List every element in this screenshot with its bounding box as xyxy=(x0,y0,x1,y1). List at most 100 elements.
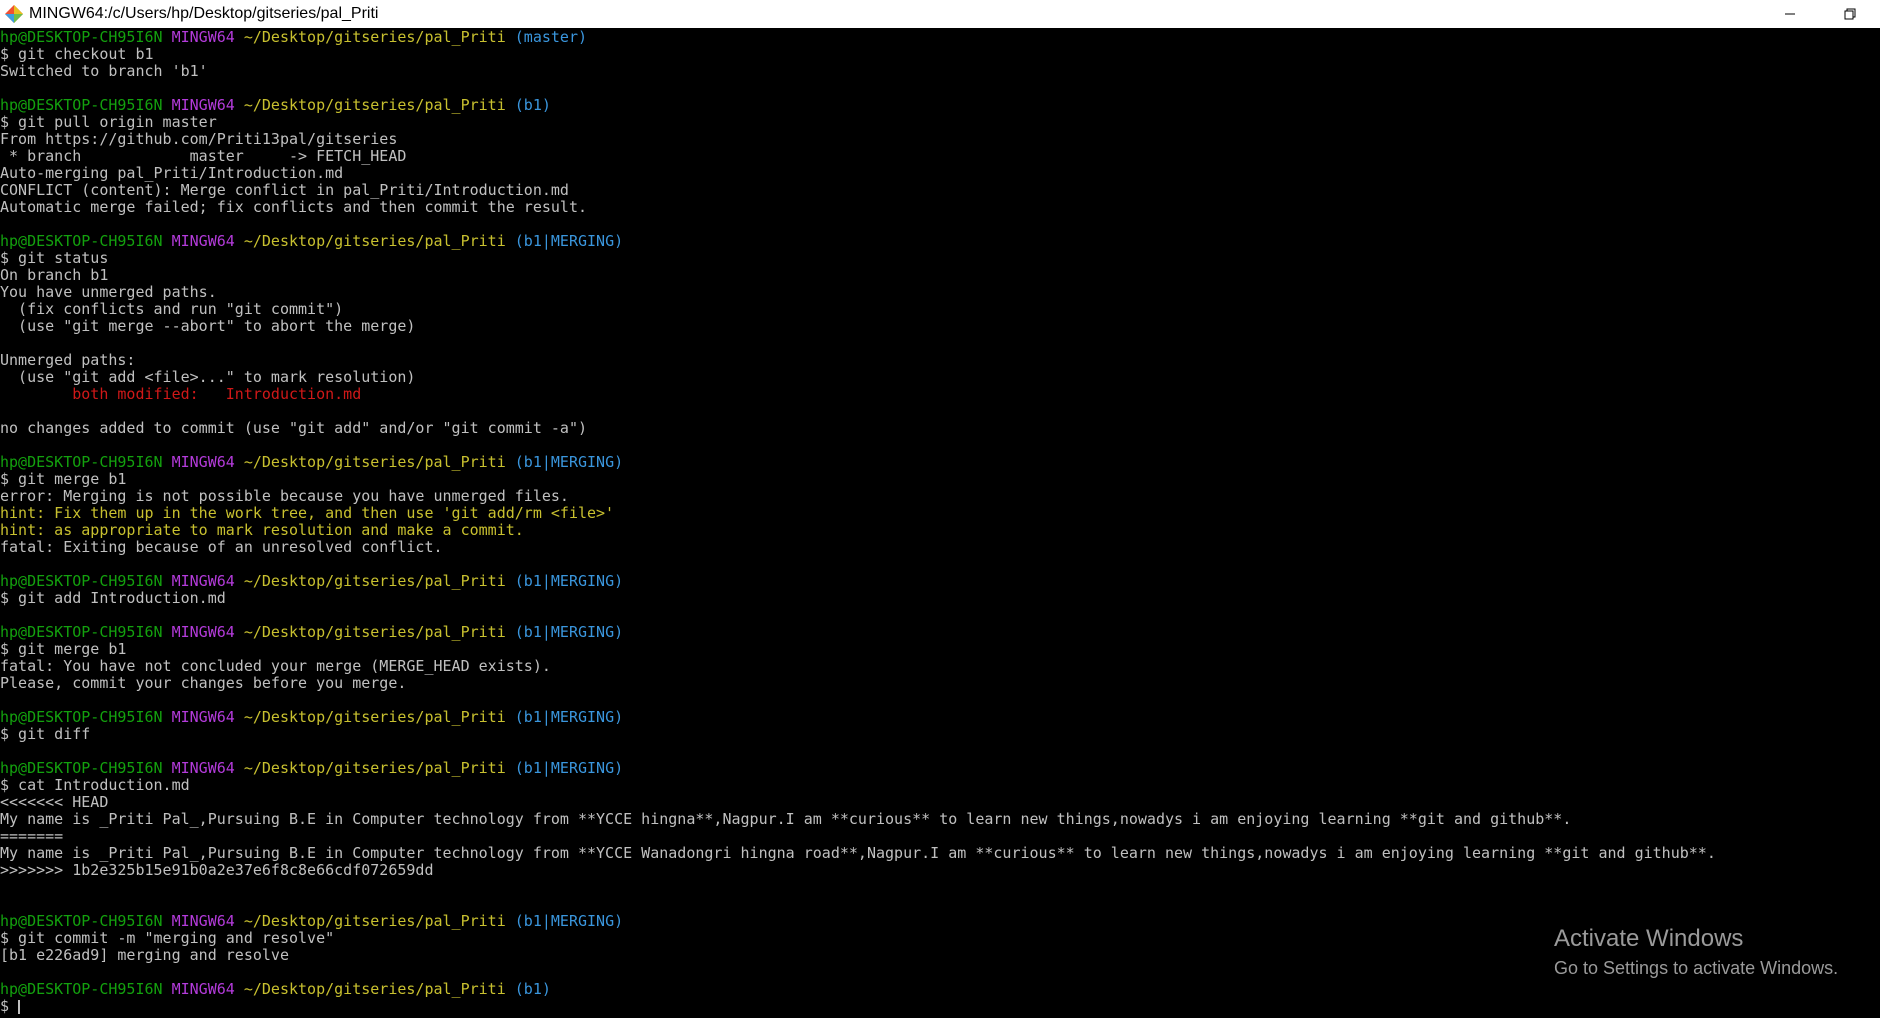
prompt-user: hp@DESKTOP-CH95I6N xyxy=(0,623,163,641)
prompt-env: MINGW64 xyxy=(171,453,235,471)
prompt-user: hp@DESKTOP-CH95I6N xyxy=(0,232,163,250)
output-line: >>>>>>> 1b2e325b15e91b0a2e37e6f8c8e66cdf… xyxy=(0,861,434,879)
title-bar: MINGW64:/c/Users/hp/Desktop/gitseries/pa… xyxy=(0,0,1880,28)
restore-button[interactable] xyxy=(1820,0,1880,28)
prompt-branch: (b1|MERGING) xyxy=(514,912,624,930)
prompt-env: MINGW64 xyxy=(171,572,235,590)
prompt-line: hp@DESKTOP-CH95I6N MINGW64 ~/Desktop/git… xyxy=(0,97,1880,114)
input-line: $ xyxy=(0,998,1880,1015)
prompt-branch: (b1) xyxy=(514,96,551,114)
output-line: My name is _Priti Pal_,Pursuing B.E in C… xyxy=(0,844,1716,862)
terminal-output[interactable]: hp@DESKTOP-CH95I6N MINGW64 ~/Desktop/git… xyxy=(0,29,1880,1018)
git-bash-icon xyxy=(5,5,23,23)
output-line: Unmerged paths: xyxy=(0,351,136,369)
prompt-env: MINGW64 xyxy=(171,232,235,250)
activate-windows-watermark: Activate Windows Go to Settings to activ… xyxy=(1554,924,1838,980)
output-line: ======= xyxy=(0,827,64,845)
prompt-line: hp@DESKTOP-CH95I6N MINGW64 ~/Desktop/git… xyxy=(0,624,1880,641)
command-line: $ git checkout b1 xyxy=(0,45,154,63)
conflict-file-line: both modified: Introduction.md xyxy=(0,385,362,403)
prompt-branch: (b1|MERGING) xyxy=(514,572,624,590)
prompt-path: ~/Desktop/gitseries/pal_Priti xyxy=(243,980,506,998)
minimize-icon xyxy=(1785,13,1795,15)
prompt-line: hp@DESKTOP-CH95I6N MINGW64 ~/Desktop/git… xyxy=(0,981,1880,998)
minimize-button[interactable] xyxy=(1760,0,1820,28)
prompt-user: hp@DESKTOP-CH95I6N xyxy=(0,708,163,726)
prompt-line: hp@DESKTOP-CH95I6N MINGW64 ~/Desktop/git… xyxy=(0,29,1880,46)
prompt-branch: (b1|MERGING) xyxy=(514,708,624,726)
prompt-path: ~/Desktop/gitseries/pal_Priti xyxy=(243,572,506,590)
prompt-user: hp@DESKTOP-CH95I6N xyxy=(0,980,163,998)
output-line: My name is _Priti Pal_,Pursuing B.E in C… xyxy=(0,810,1572,828)
prompt-line: hp@DESKTOP-CH95I6N MINGW64 ~/Desktop/git… xyxy=(0,709,1880,726)
output-line: Auto-merging pal_Priti/Introduction.md xyxy=(0,164,344,182)
hint-line: hint: as appropriate to mark resolution … xyxy=(0,521,524,539)
prompt-user: hp@DESKTOP-CH95I6N xyxy=(0,572,163,590)
restore-icon xyxy=(1844,8,1856,20)
output-line: CONFLICT (content): Merge conflict in pa… xyxy=(0,181,569,199)
output-line: On branch b1 xyxy=(0,266,109,284)
prompt-line: hp@DESKTOP-CH95I6N MINGW64 ~/Desktop/git… xyxy=(0,760,1880,777)
prompt-path: ~/Desktop/gitseries/pal_Priti xyxy=(243,912,506,930)
prompt-user: hp@DESKTOP-CH95I6N xyxy=(0,29,163,46)
prompt-path: ~/Desktop/gitseries/pal_Priti xyxy=(243,96,506,114)
output-line: Automatic merge failed; fix conflicts an… xyxy=(0,198,587,216)
output-line: Switched to branch 'b1' xyxy=(0,62,208,80)
prompt-env: MINGW64 xyxy=(171,912,235,930)
output-line: error: Merging is not possible because y… xyxy=(0,487,569,505)
watermark-title: Activate Windows xyxy=(1554,925,1744,952)
prompt-env: MINGW64 xyxy=(171,759,235,777)
prompt-branch: (b1|MERGING) xyxy=(514,453,624,471)
text-cursor xyxy=(18,999,21,1014)
prompt-env: MINGW64 xyxy=(171,980,235,998)
command-line: $ git pull origin master xyxy=(0,113,217,131)
output-line: Please, commit your changes before you m… xyxy=(0,674,407,692)
prompt-branch: (b1|MERGING) xyxy=(514,623,624,641)
command-line: $ git add Introduction.md xyxy=(0,589,226,607)
prompt-line: hp@DESKTOP-CH95I6N MINGW64 ~/Desktop/git… xyxy=(0,573,1880,590)
output-line: (use "git add <file>..." to mark resolut… xyxy=(0,368,416,386)
prompt-line: hp@DESKTOP-CH95I6N MINGW64 ~/Desktop/git… xyxy=(0,233,1880,250)
prompt-user: hp@DESKTOP-CH95I6N xyxy=(0,759,163,777)
window-controls xyxy=(1760,0,1880,28)
prompt-branch: (b1|MERGING) xyxy=(514,232,624,250)
prompt-line: hp@DESKTOP-CH95I6N MINGW64 ~/Desktop/git… xyxy=(0,454,1880,471)
command-line: $ git merge b1 xyxy=(0,640,127,658)
prompt-path: ~/Desktop/gitseries/pal_Priti xyxy=(243,453,506,471)
output-line: (fix conflicts and run "git commit") xyxy=(0,300,344,318)
prompt-path: ~/Desktop/gitseries/pal_Priti xyxy=(243,759,506,777)
hint-line: hint: Fix them up in the work tree, and … xyxy=(0,504,615,522)
output-line: <<<<<<< HEAD xyxy=(0,793,109,811)
prompt-user: hp@DESKTOP-CH95I6N xyxy=(0,453,163,471)
command-line: $ git status xyxy=(0,249,109,267)
prompt-branch: (b1|MERGING) xyxy=(514,759,624,777)
prompt-user: hp@DESKTOP-CH95I6N xyxy=(0,912,163,930)
output-line: From https://github.com/Priti13pal/gitse… xyxy=(0,130,398,148)
output-line: fatal: You have not concluded your merge… xyxy=(0,657,551,675)
prompt-path: ~/Desktop/gitseries/pal_Priti xyxy=(243,623,506,641)
prompt-env: MINGW64 xyxy=(171,96,235,114)
prompt-env: MINGW64 xyxy=(171,623,235,641)
output-line: * branch master -> FETCH_HEAD xyxy=(0,147,407,165)
prompt-branch: (b1) xyxy=(514,980,551,998)
output-line: You have unmerged paths. xyxy=(0,283,217,301)
prompt-branch: (master) xyxy=(514,29,588,46)
window-title: MINGW64:/c/Users/hp/Desktop/gitseries/pa… xyxy=(29,5,379,22)
prompt-env: MINGW64 xyxy=(171,708,235,726)
command-line: $ git merge b1 xyxy=(0,470,127,488)
output-line: no changes added to commit (use "git add… xyxy=(0,419,587,437)
watermark-subtitle: Go to Settings to activate Windows. xyxy=(1554,958,1839,978)
command-line: $ cat Introduction.md xyxy=(0,776,190,794)
prompt-user: hp@DESKTOP-CH95I6N xyxy=(0,96,163,114)
input-prompt: $ xyxy=(0,997,19,1015)
prompt-env: MINGW64 xyxy=(171,29,235,46)
